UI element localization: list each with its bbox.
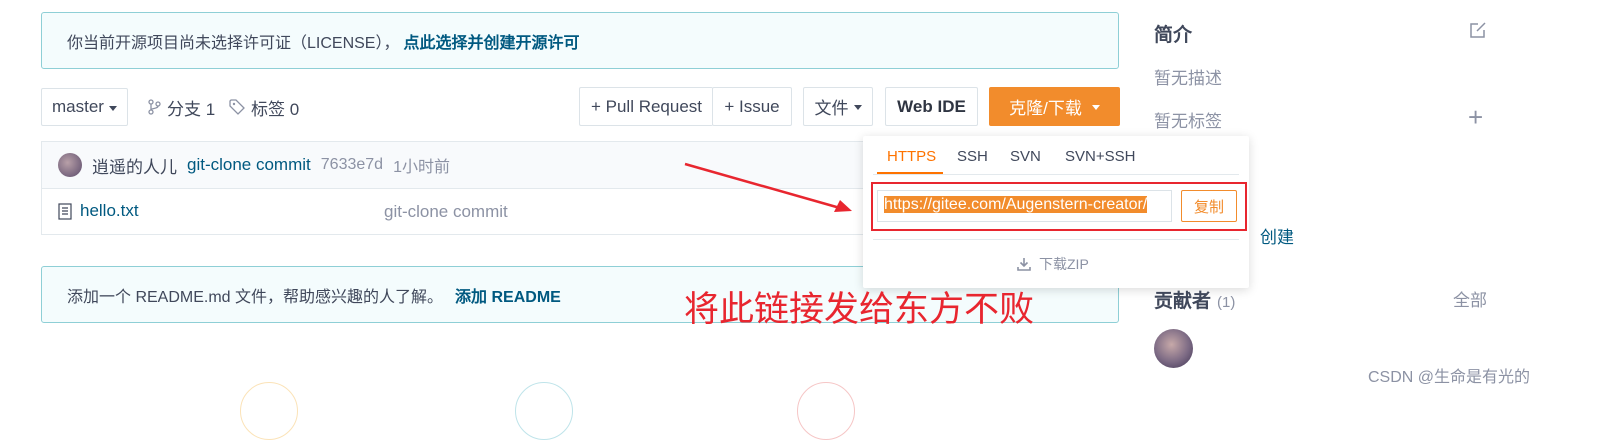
chevron-down-icon xyxy=(108,105,117,111)
all-contributors-link[interactable]: 全部 xyxy=(1453,286,1487,311)
file-icon xyxy=(58,202,72,220)
no-tags-text: 暂无标签 xyxy=(1154,112,1222,131)
license-notice-text: 你当前开源项目尚未选择许可证（LICENSE）， xyxy=(67,34,400,52)
add-readme-link[interactable]: 添加 README xyxy=(455,283,561,307)
branches-link[interactable]: 分支 1 xyxy=(147,96,216,119)
contributors-count: (1) xyxy=(1217,294,1236,311)
tab-svn-ssh[interactable]: SVN+SSH xyxy=(1065,148,1135,165)
pull-request-label: + Pull Request xyxy=(590,96,703,116)
create-license-link[interactable]: 点此选择并创建开源许可 xyxy=(403,29,579,53)
contributors-header: 贡献者 (1) xyxy=(1154,286,1235,313)
branch-select[interactable]: master xyxy=(41,88,128,126)
branch-icon xyxy=(148,99,161,115)
annotation-text: 将此链接发给东方不败 xyxy=(684,290,1035,330)
add-tag-icon[interactable]: + xyxy=(1468,102,1483,133)
no-description-text: 暂无描述 xyxy=(1154,69,1222,88)
commit-time: 1小时前 xyxy=(393,159,450,176)
clone-url-text: https://gitee.com/Augenstern-creator/ xyxy=(884,196,1148,213)
commit-hash[interactable]: 7633e7d xyxy=(321,156,383,174)
file-name-link[interactable]: hello.txt xyxy=(80,201,139,221)
annotation-arrow xyxy=(684,162,852,212)
clone-download-button[interactable]: 克隆/下载 xyxy=(989,87,1120,126)
chevron-down-icon xyxy=(1091,105,1100,110)
commit-author[interactable]: 逍遥的人儿 xyxy=(92,153,177,178)
decorative-circle xyxy=(240,382,298,440)
clone-download-label: 克隆/下载 xyxy=(1009,99,1082,118)
edit-icon[interactable] xyxy=(1468,20,1488,40)
pull-request-button[interactable]: + Pull Request xyxy=(579,87,713,126)
web-ide-label: Web IDE xyxy=(897,96,966,116)
tags-label: 标签 0 xyxy=(251,99,300,119)
web-ide-button[interactable]: Web IDE xyxy=(885,87,978,126)
copy-button[interactable]: 复制 xyxy=(1181,190,1237,222)
branch-name: master xyxy=(52,97,104,116)
avatar[interactable] xyxy=(1154,329,1193,368)
tags-link[interactable]: 标签 0 xyxy=(229,96,300,119)
intro-title: 简介 xyxy=(1154,25,1193,46)
decorative-circle xyxy=(797,382,855,440)
sidebar-create-link[interactable]: 创建 xyxy=(1260,223,1294,248)
chevron-down-icon xyxy=(853,105,862,110)
tab-svn[interactable]: SVN xyxy=(1010,148,1041,165)
avatar xyxy=(58,153,82,177)
download-zip-label: 下载ZIP xyxy=(1039,256,1089,272)
file-menu-label: 文件 xyxy=(814,99,849,118)
commit-message[interactable]: git-clone commit xyxy=(187,155,311,175)
download-divider xyxy=(873,239,1239,240)
issue-label: + Issue xyxy=(724,96,780,116)
contributors-title: 贡献者 xyxy=(1154,291,1212,312)
issue-button[interactable]: + Issue xyxy=(712,87,792,126)
license-notice: 你当前开源项目尚未选择许可证（LICENSE）， 点此选择并创建开源许可 xyxy=(41,12,1119,69)
clone-url-input[interactable]: https://gitee.com/Augenstern-creator/ xyxy=(877,190,1172,222)
file-commit-message[interactable]: git-clone commit xyxy=(384,202,508,222)
download-icon xyxy=(1017,258,1031,271)
branches-label: 分支 1 xyxy=(167,99,216,119)
download-zip-link[interactable]: 下载ZIP xyxy=(1017,254,1089,274)
tab-https[interactable]: HTTPS xyxy=(887,148,936,165)
csdn-watermark: CSDN @生命是有光的 xyxy=(1368,369,1531,386)
tab-ssh[interactable]: SSH xyxy=(957,148,988,165)
file-menu-button[interactable]: 文件 xyxy=(803,87,873,126)
copy-label: 复制 xyxy=(1193,198,1224,216)
decorative-circle xyxy=(515,382,573,440)
tab-divider xyxy=(873,174,1239,175)
tag-icon xyxy=(229,99,245,115)
clone-dropdown: HTTPS SSH SVN SVN+SSH https://gitee.com/… xyxy=(863,136,1249,288)
readme-notice-text: 添加一个 README.md 文件，帮助感兴趣的人了解。 xyxy=(67,288,444,306)
